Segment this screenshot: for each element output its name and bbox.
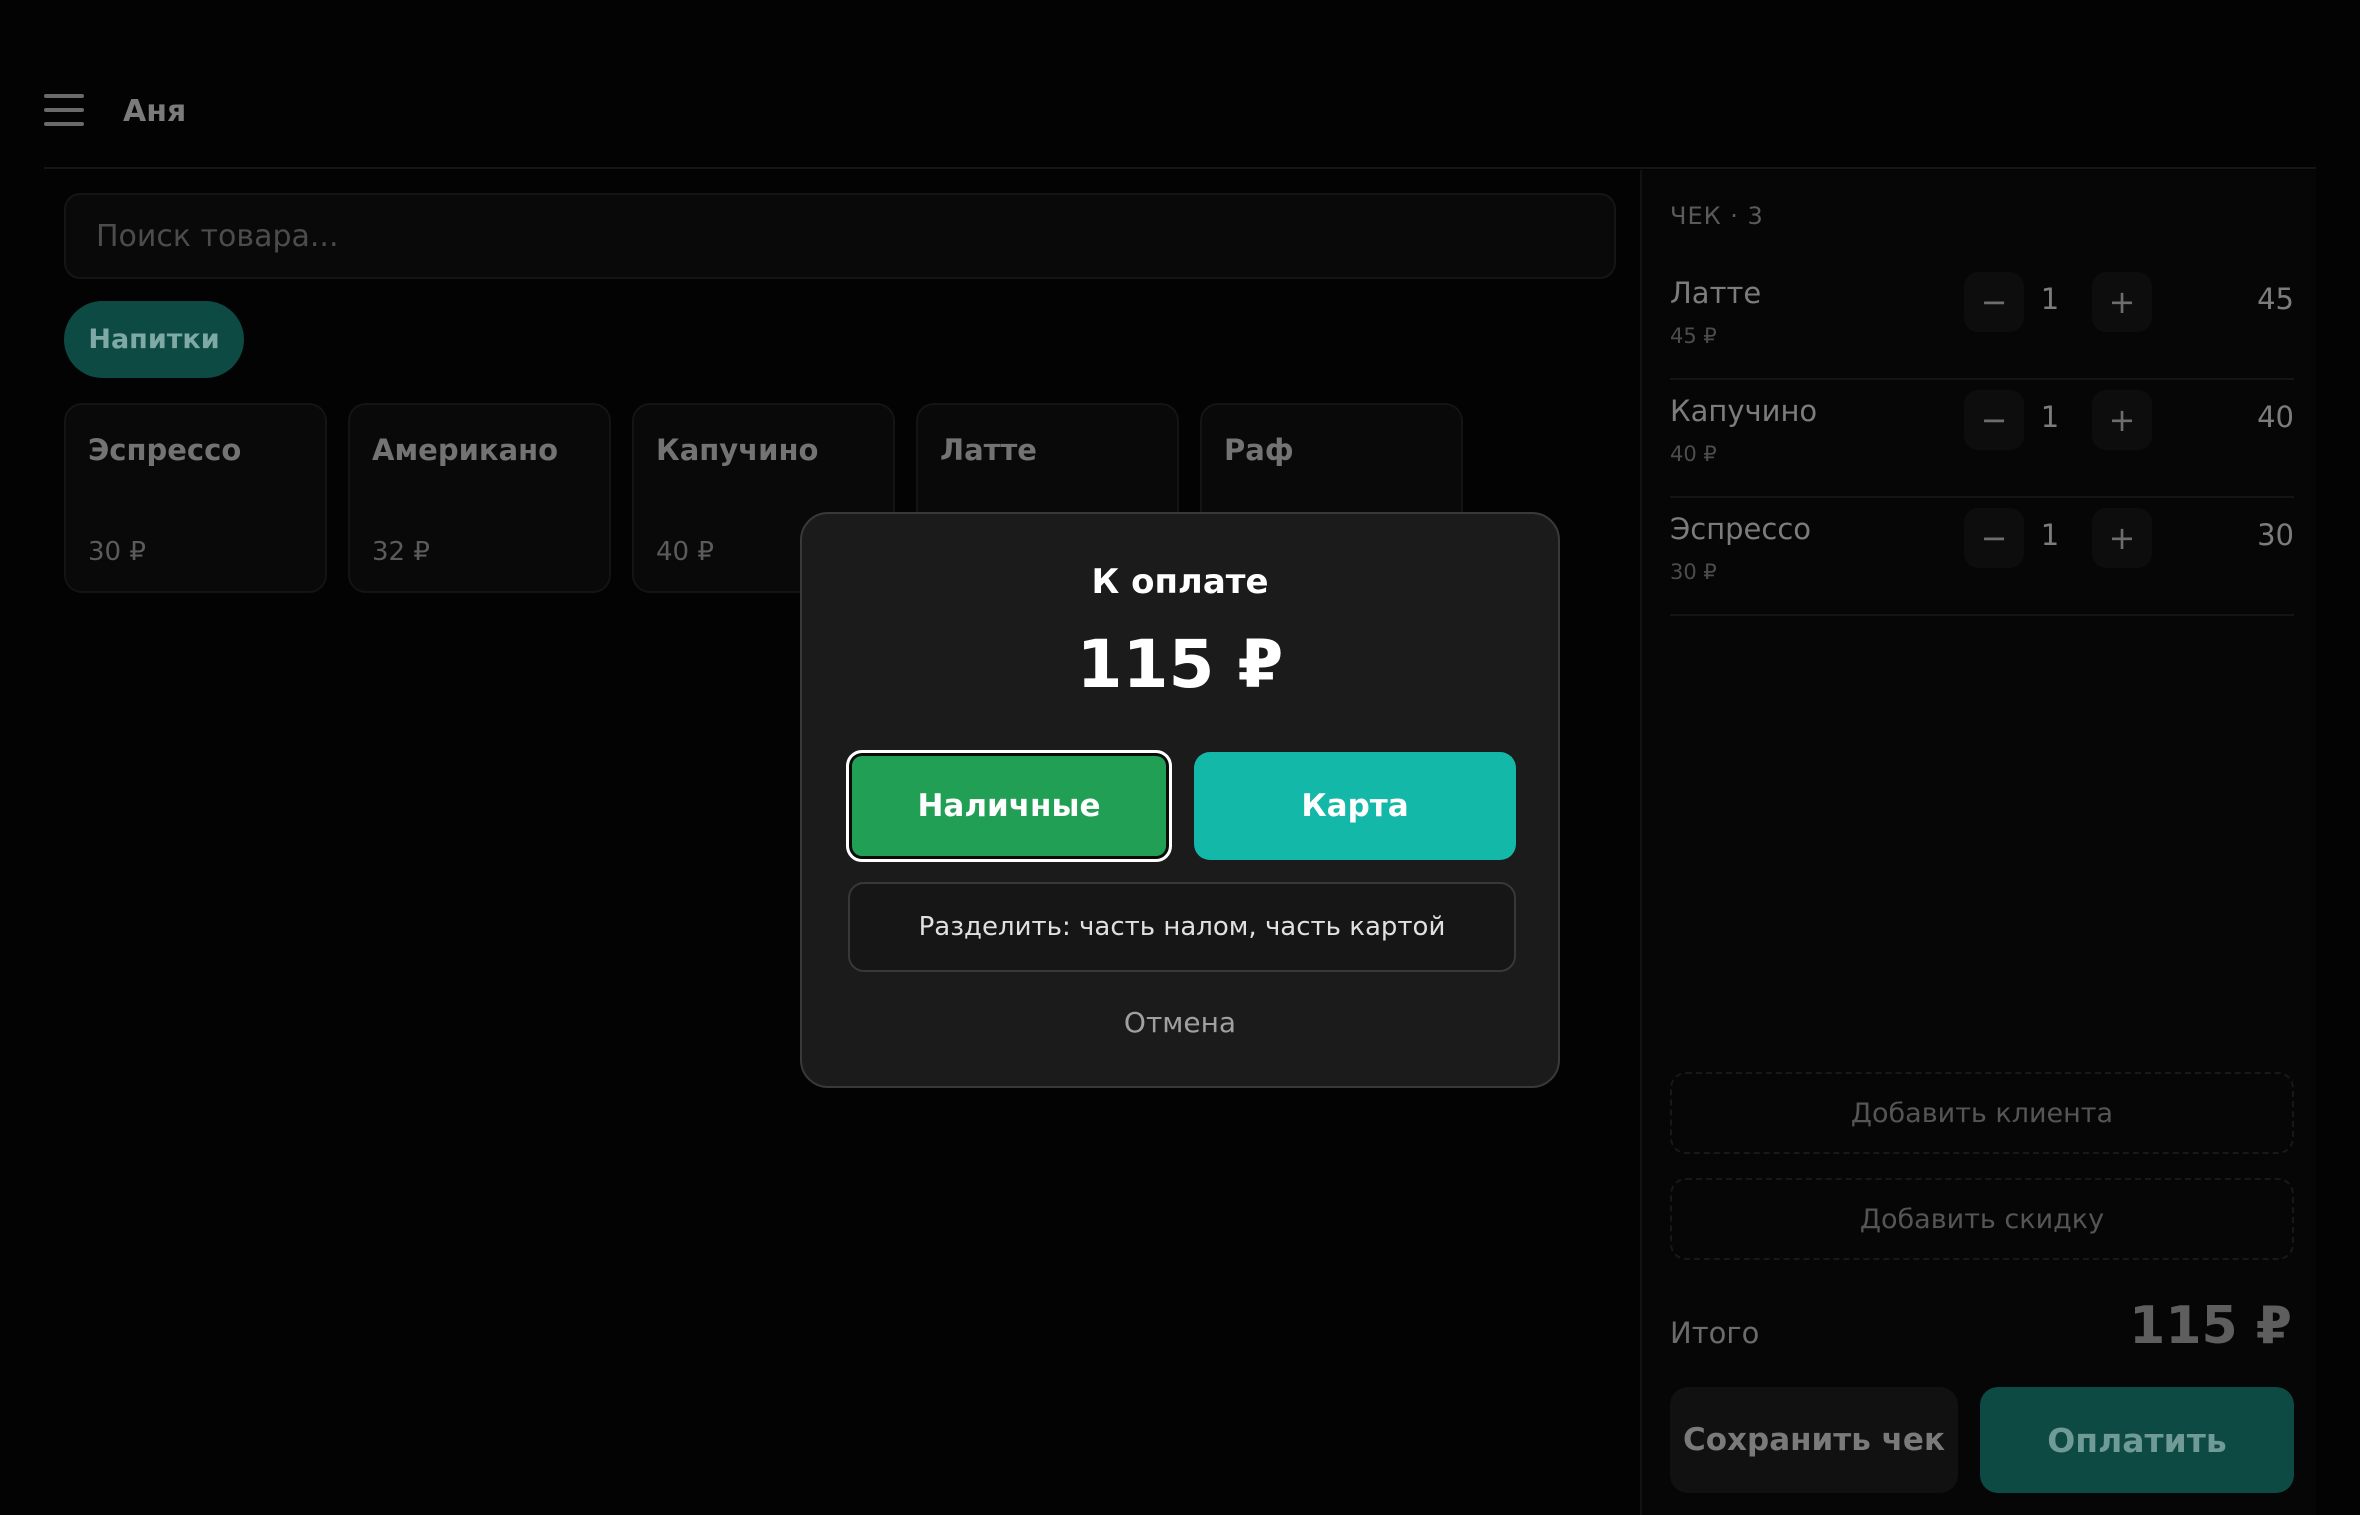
decrease-qty-button[interactable]: − — [1964, 272, 2024, 332]
save-receipt-button[interactable]: Сохранить чек — [1670, 1387, 1958, 1493]
pay-button[interactable]: Оплатить — [1980, 1387, 2294, 1493]
product-name: Раф — [1224, 433, 1294, 467]
receipt-title: ЧЕК · 3 — [1670, 202, 1764, 230]
search-input[interactable] — [66, 195, 1614, 277]
product-name: Эспрессо — [88, 433, 242, 467]
total-value: 115 ₽ — [2129, 1296, 2292, 1356]
product-card[interactable]: Эспрессо 30 ₽ — [64, 403, 327, 593]
payment-dialog: К оплате 115 ₽ Наличные Карта Разделить:… — [800, 512, 1560, 1088]
add-client-button[interactable]: Добавить клиента — [1670, 1072, 2294, 1154]
user-name: Аня — [123, 94, 187, 129]
category-chip-drinks[interactable]: Напитки — [64, 301, 244, 378]
product-name: Капучино — [656, 433, 819, 467]
line-qty: 1 — [2040, 518, 2060, 552]
receipt-line: Капучино 40 ₽ − 1 + 40 — [1670, 380, 2294, 498]
product-name: Латте — [940, 433, 1037, 467]
decrease-qty-button[interactable]: − — [1964, 390, 2024, 450]
split-payment-button[interactable]: Разделить: часть налом, часть картой — [848, 882, 1516, 972]
product-price: 32 ₽ — [372, 537, 430, 567]
total-label: Итого — [1670, 1316, 1760, 1350]
line-qty: 1 — [2040, 400, 2060, 434]
line-total: 30 — [2257, 518, 2294, 552]
receipt-line: Латте 45 ₽ − 1 + 45 — [1670, 262, 2294, 380]
line-unit-price: 45 ₽ — [1670, 324, 1717, 348]
line-unit-price: 30 ₽ — [1670, 560, 1717, 584]
top-bar — [44, 0, 2316, 169]
line-name: Эспрессо — [1670, 512, 1812, 546]
increase-qty-button[interactable]: + — [2092, 390, 2152, 450]
cash-payment-button[interactable]: Наличные — [846, 750, 1172, 862]
product-price: 30 ₽ — [88, 537, 146, 567]
product-price: 40 ₽ — [656, 537, 714, 567]
product-name: Американо — [372, 433, 559, 467]
decrease-qty-button[interactable]: − — [1964, 508, 2024, 568]
increase-qty-button[interactable]: + — [2092, 272, 2152, 332]
add-discount-button[interactable]: Добавить скидку — [1670, 1178, 2294, 1260]
amount-due: 115 ₽ — [1076, 626, 1284, 703]
search-box[interactable] — [64, 193, 1616, 279]
line-name: Капучино — [1670, 394, 1818, 428]
cancel-button[interactable]: Отмена — [802, 1006, 1558, 1039]
product-card[interactable]: Американо 32 ₽ — [348, 403, 611, 593]
receipt-panel: ЧЕК · 3 Латте 45 ₽ − 1 + 45 Капучино 40 … — [1640, 170, 2316, 1515]
line-total: 40 — [2257, 400, 2294, 434]
line-qty: 1 — [2040, 282, 2060, 316]
increase-qty-button[interactable]: + — [2092, 508, 2152, 568]
hamburger-menu-icon[interactable] — [44, 90, 84, 130]
line-total: 45 — [2257, 282, 2294, 316]
receipt-line: Эспрессо 30 ₽ − 1 + 30 — [1670, 498, 2294, 616]
card-payment-button[interactable]: Карта — [1194, 752, 1516, 860]
line-unit-price: 40 ₽ — [1670, 442, 1717, 466]
dialog-title: К оплате — [1091, 562, 1269, 602]
line-name: Латте — [1670, 276, 1762, 310]
